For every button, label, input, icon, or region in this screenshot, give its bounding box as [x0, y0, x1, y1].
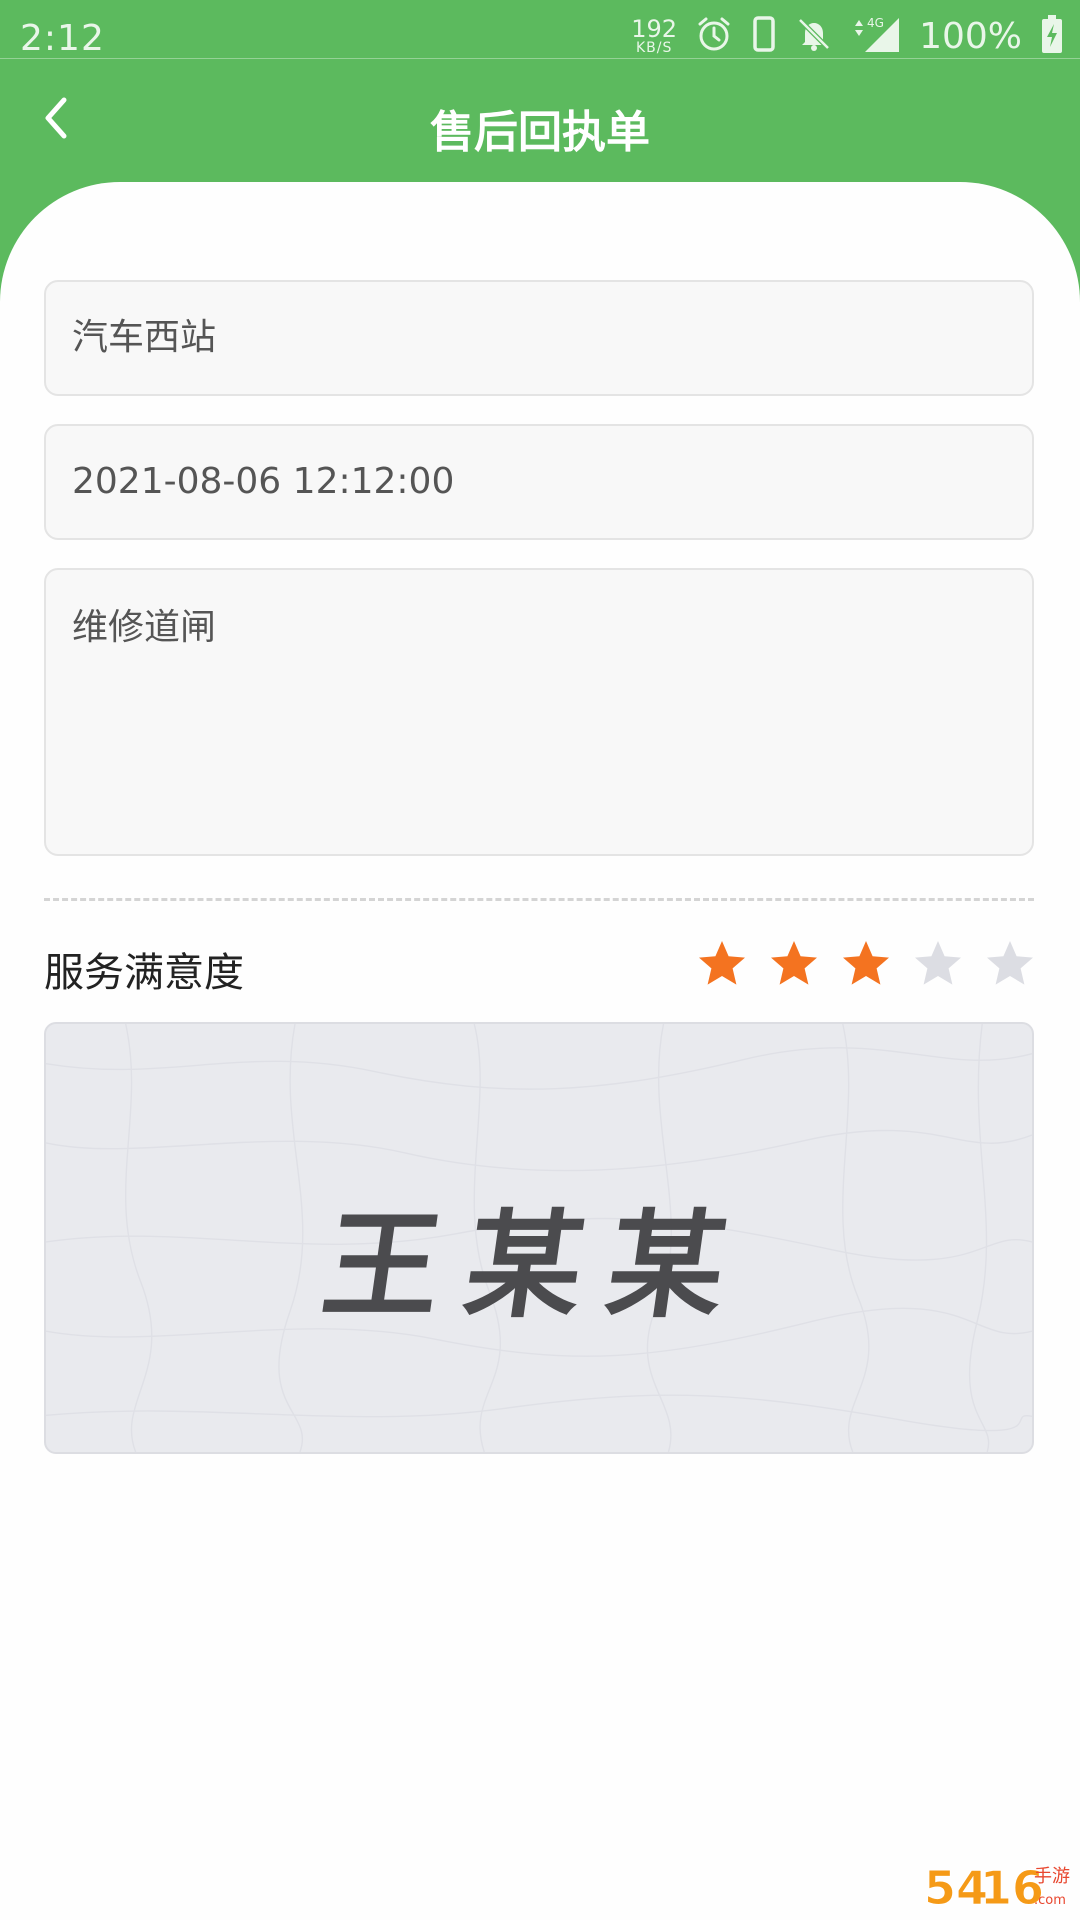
star-icon[interactable] [840, 938, 892, 990]
star-icon[interactable] [768, 938, 820, 990]
signal-4g-icon: 4G [851, 14, 901, 58]
svg-text:54: 54 [924, 1861, 988, 1914]
svg-text:手游: 手游 [1034, 1866, 1070, 1887]
network-type-label: 4G [867, 16, 884, 30]
receipt-card: 汽车西站 2021-08-06 12:12:00 维修道闸 服务满意度 王某某 [0, 182, 1080, 1920]
datetime-field[interactable]: 2021-08-06 12:12:00 [44, 424, 1034, 540]
watermark-logo: 54 16 手游 .com [924, 1861, 1071, 1915]
status-time: 2:12 [20, 18, 105, 59]
vibrate-icon [751, 15, 777, 57]
star-icon[interactable] [984, 938, 1036, 990]
battery-charging-icon [1040, 14, 1064, 58]
battery-percent: 100% [919, 15, 1022, 57]
network-speed: 192 KB/S [631, 17, 677, 55]
alarm-icon [695, 15, 733, 57]
status-icons: 192 KB/S 4G 100% [631, 14, 1064, 58]
station-field[interactable]: 汽车西站 [44, 280, 1034, 396]
svg-text:.com: .com [1034, 1893, 1066, 1908]
signature-name: 王某某 [315, 1198, 761, 1334]
star-icon[interactable] [912, 938, 964, 990]
dashed-divider [44, 898, 1034, 901]
star-icon[interactable] [696, 938, 748, 990]
bell-muted-icon [795, 15, 833, 57]
star-rating[interactable] [696, 938, 1036, 990]
network-speed-value: 192 [631, 15, 678, 43]
network-speed-unit: KB/S [635, 40, 673, 56]
status-bar: 2:12 192 KB/S 4G 100% [0, 0, 1080, 59]
header: 售后回执单 [0, 58, 1080, 182]
description-field[interactable]: 维修道闸 [44, 568, 1034, 856]
signature-pad[interactable]: 王某某 [44, 1022, 1034, 1454]
page-title: 售后回执单 [430, 107, 650, 158]
rating-label: 服务满意度 [44, 950, 244, 996]
